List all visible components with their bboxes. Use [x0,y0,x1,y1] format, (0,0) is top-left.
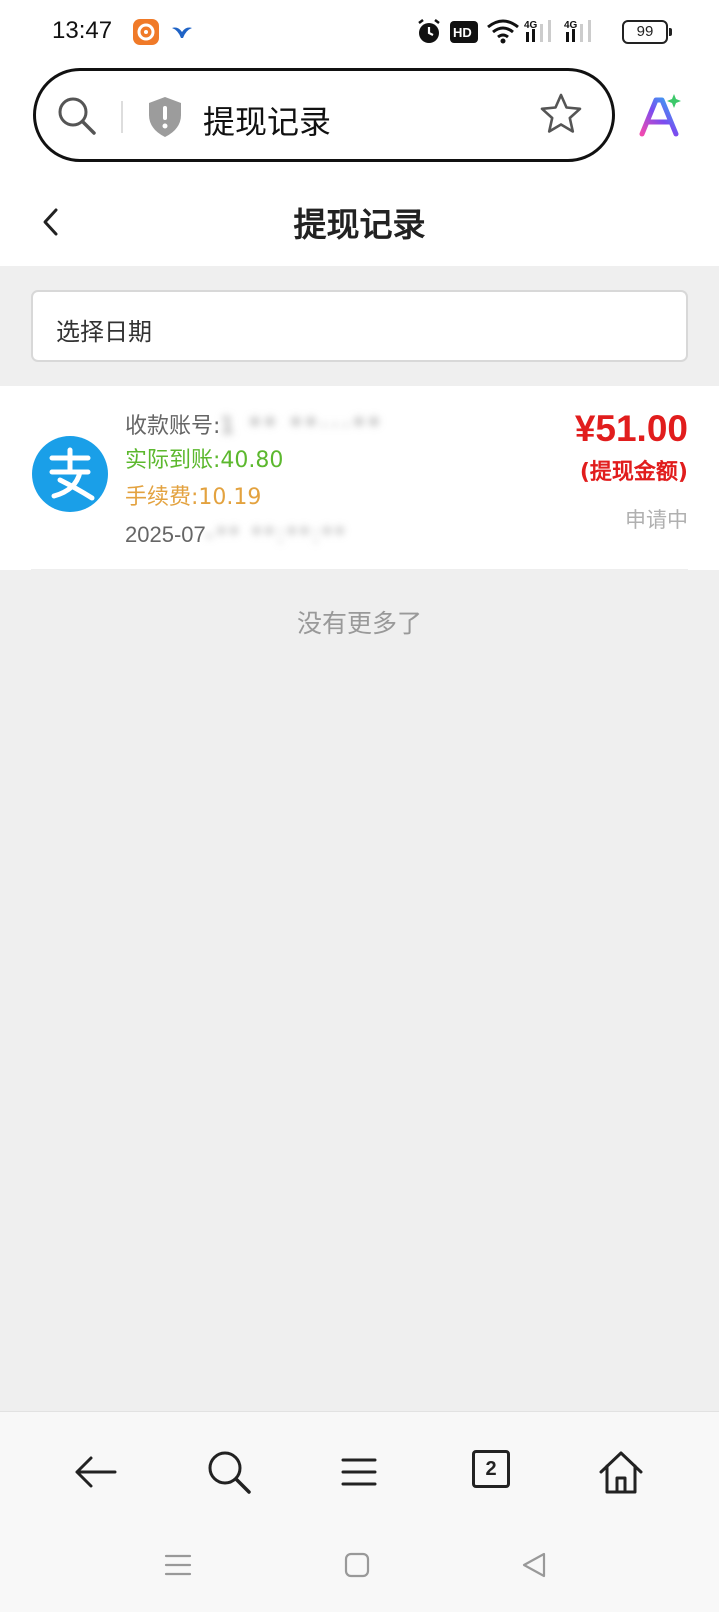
address-divider [121,101,123,133]
fee-value: 10.19 [198,485,262,510]
actual-label: 实际到账: [125,448,221,473]
battery-indicator: 99 [622,20,672,44]
search-icon[interactable] [205,1448,253,1496]
fee-line: 手续费:10.19 [125,479,261,511]
bird-notification-icon [170,22,194,42]
ai-assistant-icon[interactable] [636,92,684,144]
signal-4g-icon: 4G [524,18,556,48]
date-picker-placeholder: 选择日期 [56,318,152,346]
hd-icon: HD [449,20,479,48]
star-icon[interactable] [538,91,584,141]
record-date: 2025-07-** **:**:** [125,522,348,548]
date-picker[interactable]: 选择日期 [31,290,688,362]
status-badge: 申请中 [625,508,688,532]
back-triangle-icon[interactable] [520,1551,548,1583]
tabs-button[interactable]: 2 [472,1450,510,1488]
address-bar[interactable]: 提现记录 [33,68,615,162]
date-prefix: 2025-07 [125,522,206,547]
wifi-icon [486,18,520,48]
back-arrow-icon[interactable] [71,1448,119,1496]
svg-text:HD: HD [453,25,472,40]
account-line: 收款账号:1 ** **···** [125,408,383,440]
app-notification-icon [133,19,159,45]
signal-4g-icon: 4G [564,18,596,48]
fee-label: 手续费: [125,485,199,510]
alipay-icon [32,436,108,512]
date-blurred: -** **:**:** [205,522,348,547]
withdrawal-record-card[interactable]: 收款账号:1 ** **···** 实际到账:40.80 手续费:10.19 2… [0,386,719,570]
home-icon[interactable] [597,1448,645,1496]
home-square-icon[interactable] [344,1551,370,1583]
system-nav-bar [0,1531,719,1612]
address-text[interactable]: 提现记录 [203,97,331,143]
shield-icon[interactable] [146,95,184,143]
divider [31,569,688,570]
page-title: 提现记录 [293,205,426,244]
svg-text:4G: 4G [564,20,578,31]
withdraw-amount-label: (提现金额) [579,460,688,485]
menu-icon[interactable] [335,1448,383,1496]
actual-amount-line: 实际到账:40.80 [125,442,283,474]
account-label: 收款账号: [125,414,221,439]
search-icon[interactable] [56,95,98,141]
no-more-text: 没有更多了 [296,609,422,638]
status-time: 13:47 [52,17,113,44]
status-bar: 13:47 HD 4G 4G 99 [0,0,719,64]
recent-apps-icon[interactable] [164,1551,192,1583]
withdraw-amount: ¥51.00 [574,408,688,449]
browser-bottom-nav: 2 [0,1411,719,1531]
actual-value: 40.80 [220,448,284,473]
alarm-icon [416,18,442,50]
account-value: 1 ** **···** [220,414,384,439]
svg-text:4G: 4G [524,20,538,31]
